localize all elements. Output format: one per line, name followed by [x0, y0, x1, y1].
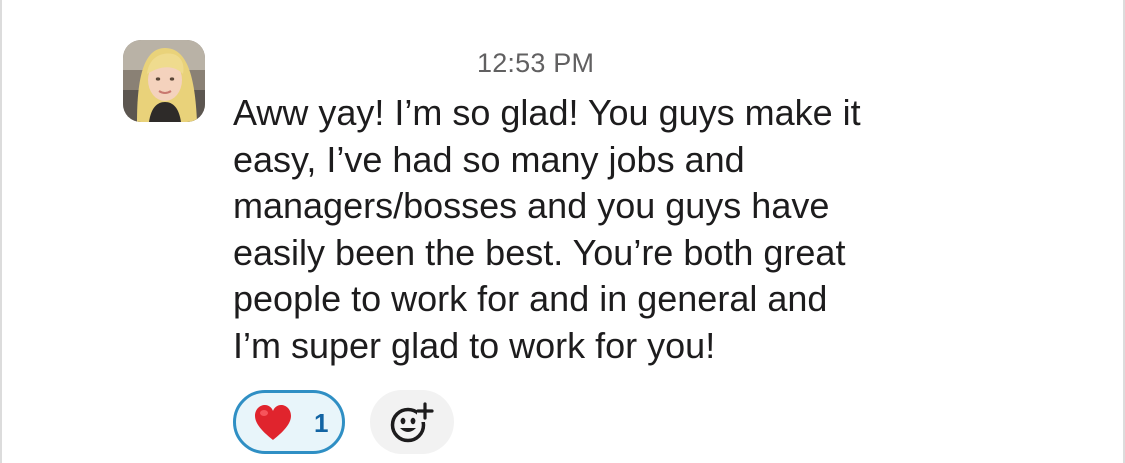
- add-reaction-button[interactable]: [370, 390, 454, 454]
- heart-reaction-button[interactable]: 1: [233, 390, 345, 454]
- message-line: people to work for and in general and: [233, 278, 828, 319]
- message-body: Aww yay! I’m so glad! You guys make it e…: [233, 90, 933, 369]
- reaction-count: 1: [314, 408, 329, 438]
- heart-icon: [255, 405, 291, 440]
- message-frame: 12:53 PM Aww yay! I’m so glad! You guys …: [0, 0, 1125, 463]
- message-line: easily been the best. You’re both great: [233, 231, 846, 273]
- chat-message: 12:53 PM Aww yay! I’m so glad! You guys …: [0, 0, 1125, 463]
- message-line: I’m super glad to work for you!: [233, 324, 716, 366]
- message-line: Aww yay! I’m so glad! You guys make it: [233, 92, 861, 133]
- user-avatar[interactable]: [123, 40, 205, 122]
- message-line: easy, I’ve had so many jobs and: [233, 138, 745, 180]
- message-timestamp[interactable]: 12:53 PM: [477, 48, 594, 79]
- add-emoji-icon: [390, 402, 434, 443]
- user-avatar-photo-icon: [123, 40, 205, 122]
- message-line: managers/bosses and you guys have: [233, 185, 830, 226]
